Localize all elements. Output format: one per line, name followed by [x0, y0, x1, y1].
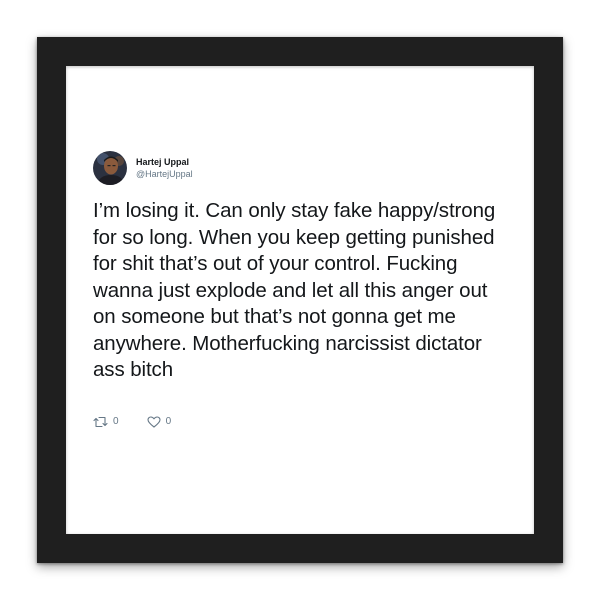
- retweet-count: 0: [113, 416, 119, 427]
- avatar-icon[interactable]: [93, 151, 127, 185]
- retweet-icon: [93, 416, 108, 427]
- tweet-actions: 0 0: [93, 414, 513, 430]
- tweet-header: Hartej Uppal @HartejUppal: [93, 150, 513, 186]
- like-count: 0: [165, 416, 172, 427]
- tweet-card: Hartej Uppal @HartejUppal I’m losing it.…: [93, 150, 513, 430]
- frame-mat: Hartej Uppal @HartejUppal I’m losing it.…: [66, 66, 534, 534]
- heart-icon: [147, 415, 161, 428]
- picture-frame: Hartej Uppal @HartejUppal I’m losing it.…: [37, 37, 563, 563]
- canvas: Hartej Uppal @HartejUppal I’m losing it.…: [0, 0, 600, 600]
- retweet-button[interactable]: 0: [93, 416, 119, 428]
- user-handle[interactable]: @HartejUppal: [136, 168, 193, 180]
- like-button[interactable]: 0: [147, 415, 172, 428]
- display-name[interactable]: Hartej Uppal: [136, 156, 193, 168]
- tweet-text: I’m losing it. Can only stay fake happy/…: [93, 199, 496, 381]
- tweet-author: Hartej Uppal @HartejUppal: [136, 156, 193, 180]
